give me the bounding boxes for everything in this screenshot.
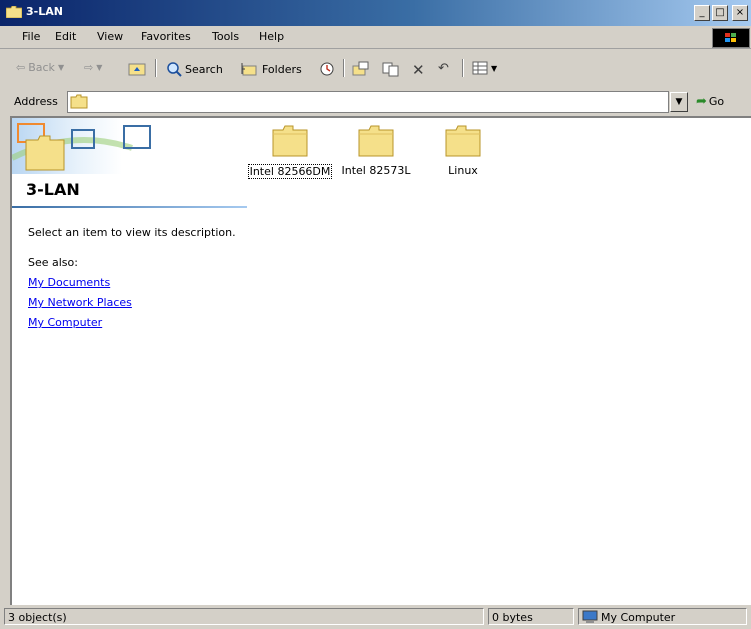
window-title: 3-LAN — [26, 5, 63, 18]
close-button[interactable]: × — [732, 5, 748, 21]
folder-item-linux[interactable]: Linux — [418, 124, 508, 177]
delete-button[interactable]: ✕ — [412, 61, 425, 79]
windows-logo-icon — [712, 28, 750, 48]
undo-button[interactable]: ↶ — [438, 61, 449, 76]
back-arrow-icon: ⇦ — [16, 61, 26, 74]
folders-button[interactable]: Folders — [241, 61, 302, 77]
search-icon — [167, 62, 182, 77]
folders-icon — [241, 63, 257, 76]
chevron-down-icon: ▼ — [96, 63, 103, 72]
history-icon — [320, 62, 334, 76]
menu-tools[interactable]: Tools — [212, 30, 239, 43]
status-location: My Computer — [578, 608, 747, 625]
go-button[interactable]: ➦ Go — [696, 94, 724, 109]
address-label: Address — [14, 95, 58, 108]
forward-arrow-icon: ⇨ — [84, 61, 94, 74]
copy-to-icon — [382, 62, 399, 77]
folder-label: Intel 82566DM — [247, 164, 333, 179]
go-arrow-icon: ➦ — [696, 94, 707, 109]
chevron-down-icon: ▼ — [675, 97, 683, 107]
menu-bar: File Edit View Favorites Tools Help — [0, 26, 751, 49]
status-size: 0 bytes — [488, 608, 574, 625]
views-button[interactable]: ▼ — [472, 61, 497, 75]
back-button[interactable]: ⇦ Back ▼ — [16, 61, 64, 74]
menu-help[interactable]: Help — [259, 30, 284, 43]
chevron-down-icon: ▼ — [491, 63, 498, 73]
folder-item-intel-82566dm[interactable]: Intel 82566DM — [245, 124, 335, 179]
pane-folder-title: 3-LAN — [26, 180, 80, 199]
address-bar: Address ▼ ➦ Go — [0, 89, 751, 115]
move-to-icon — [352, 61, 369, 76]
menu-file[interactable]: File — [22, 30, 40, 43]
link-my-documents[interactable]: My Documents — [28, 276, 110, 289]
address-dropdown-button[interactable]: ▼ — [670, 92, 688, 112]
web-view-pane: 3-LAN Select an item to view its descrip… — [12, 118, 247, 606]
menu-favorites[interactable]: Favorites — [141, 30, 191, 43]
folder-icon — [6, 6, 22, 18]
move-to-button[interactable] — [352, 61, 370, 77]
folder-icon — [358, 125, 394, 157]
forward-button[interactable]: ⇨ ▼ — [84, 61, 102, 74]
views-icon — [472, 61, 488, 75]
history-button[interactable] — [318, 61, 336, 77]
folder-label: Intel 82573L — [341, 164, 411, 177]
chevron-down-icon: ▼ — [57, 63, 65, 72]
folder-item-intel-82573l[interactable]: Intel 82573L — [331, 124, 421, 177]
menu-edit[interactable]: Edit — [55, 30, 76, 43]
title-bar[interactable]: 3-LAN _ □ × — [0, 0, 751, 26]
folder-icon — [445, 125, 481, 157]
copy-to-button[interactable] — [382, 61, 400, 77]
address-input[interactable] — [67, 91, 669, 113]
folder-icon — [272, 125, 308, 157]
description-text: Select an item to view its description. — [28, 226, 236, 239]
content-area: 3-LAN Select an item to view its descrip… — [10, 116, 751, 606]
minimize-button[interactable]: _ — [694, 5, 710, 21]
my-computer-icon — [582, 610, 598, 623]
folder-label: Linux — [448, 164, 478, 177]
status-bar: 3 object(s) 0 bytes My Computer — [0, 605, 751, 629]
up-folder-icon — [128, 63, 146, 76]
explorer-window: 3-LAN _ □ × File Edit View Favorites Too… — [0, 0, 751, 629]
toolbar: ⇦ Back ▼ ⇨ ▼ Search Folders ✕ ↶ ▼ — [0, 49, 751, 90]
title-divider — [12, 206, 247, 208]
search-button[interactable]: Search — [166, 61, 223, 77]
undo-icon: ↶ — [438, 61, 449, 76]
status-object-count: 3 object(s) — [4, 608, 484, 625]
menu-view[interactable]: View — [97, 30, 123, 43]
see-also-label: See also: — [28, 256, 78, 269]
delete-x-icon: ✕ — [412, 61, 425, 79]
maximize-button[interactable]: □ — [712, 5, 728, 21]
link-my-network-places[interactable]: My Network Places — [28, 296, 132, 309]
folder-icon — [70, 94, 88, 109]
up-folder-button[interactable] — [128, 61, 146, 77]
link-my-computer[interactable]: My Computer — [28, 316, 102, 329]
